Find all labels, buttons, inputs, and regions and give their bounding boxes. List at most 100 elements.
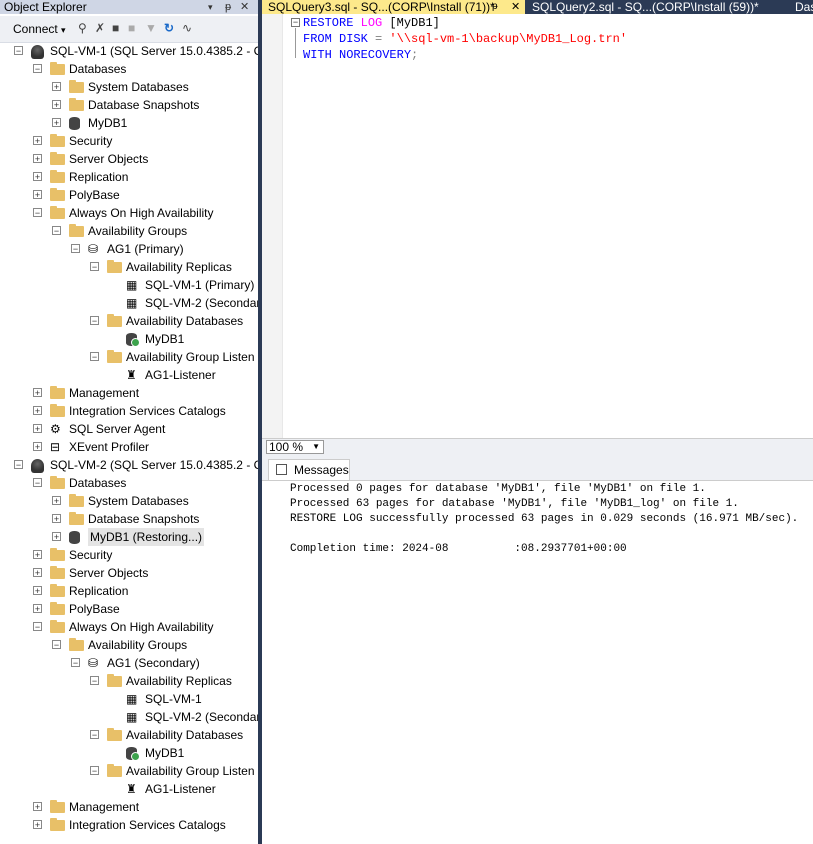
tree-node[interactable]: + Server Objects	[0, 564, 258, 582]
tree-node[interactable]: − SQL-VM-1 (SQL Server 15.0.4385.2 - CC	[0, 42, 258, 60]
pin-icon[interactable]: ᵽ	[225, 0, 231, 14]
tree-node[interactable]: + ⚙ SQL Server Agent	[0, 420, 258, 438]
tree-node[interactable]: ♜ AG1-Listener	[0, 780, 258, 798]
close-icon[interactable]: ✕	[511, 0, 520, 14]
tree-node[interactable]: + Replication	[0, 168, 258, 186]
tree-node[interactable]: − Always On High Availability	[0, 618, 258, 636]
dropdown-arrow-icon[interactable]: ▾	[208, 0, 213, 14]
close-icon[interactable]: ✕	[240, 0, 249, 14]
collapse-icon[interactable]: −	[33, 478, 42, 488]
stop-square-icon[interactable]: ■	[128, 21, 135, 35]
tab-dashboard[interactable]: Das	[792, 0, 813, 14]
expand-icon[interactable]: +	[33, 136, 42, 146]
expand-icon[interactable]: +	[33, 190, 42, 200]
expand-icon[interactable]: +	[33, 154, 42, 164]
stop-icon[interactable]: ■	[112, 21, 119, 35]
expand-icon[interactable]: +	[52, 118, 61, 128]
tree-node[interactable]: − ⛁ AG1 (Primary)	[0, 240, 258, 258]
expand-icon[interactable]: +	[33, 388, 42, 398]
tree-node[interactable]: + Security	[0, 546, 258, 564]
tree-node[interactable]: ▦ SQL-VM-1	[0, 690, 258, 708]
tree-node[interactable]: − SQL-VM-2 (SQL Server 15.0.4385.2 - CC	[0, 456, 258, 474]
expand-icon[interactable]: +	[33, 586, 42, 596]
tree-node[interactable]: − Availability Databases	[0, 312, 258, 330]
collapse-icon[interactable]: −	[52, 640, 61, 650]
tab-sqlquery3[interactable]: SQLQuery3.sql - SQ...(CORP\Install (71))…	[262, 0, 525, 14]
collapse-icon[interactable]: −	[71, 244, 80, 254]
tree-node[interactable]: − Availability Group Listen	[0, 762, 258, 780]
tree-node[interactable]: ▦ SQL-VM-2 (Secondar	[0, 708, 258, 726]
collapse-icon[interactable]: −	[90, 730, 99, 740]
tree-node[interactable]: + ⊟ XEvent Profiler	[0, 438, 258, 456]
tree-node[interactable]: + Replication	[0, 582, 258, 600]
zoom-select[interactable]: 100 % ▼	[266, 440, 324, 454]
tree-node[interactable]: − ⛁ AG1 (Secondary)	[0, 654, 258, 672]
expand-icon[interactable]: +	[52, 82, 61, 92]
expand-icon[interactable]: +	[33, 172, 42, 182]
collapse-icon[interactable]: −	[52, 226, 61, 236]
disconnect-icon[interactable]: ✗	[95, 21, 105, 35]
expand-icon[interactable]: +	[52, 532, 61, 542]
expand-icon[interactable]: +	[52, 496, 61, 506]
query-editor[interactable]	[262, 14, 813, 438]
tree-node[interactable]: ♜ AG1-Listener	[0, 366, 258, 384]
tree-node[interactable]: + Database Snapshots	[0, 96, 258, 114]
collapse-icon[interactable]: −	[33, 208, 42, 218]
pin-icon[interactable]: ᵽ	[492, 0, 498, 14]
tree-node[interactable]: + Management	[0, 798, 258, 816]
expand-icon[interactable]: +	[33, 604, 42, 614]
collapse-icon[interactable]: −	[90, 766, 99, 776]
refresh-icon[interactable]: ↻	[164, 21, 174, 35]
expand-icon[interactable]: +	[33, 802, 42, 812]
expand-icon[interactable]: +	[33, 406, 42, 416]
expand-icon[interactable]: +	[52, 514, 61, 524]
tree-node[interactable]: + MyDB1 (Restoring...)	[0, 528, 258, 546]
tree-node[interactable]: − Availability Groups	[0, 636, 258, 654]
tree-node[interactable]: − Databases	[0, 60, 258, 78]
tree-node[interactable]: − Availability Group Listen	[0, 348, 258, 366]
tree-node[interactable]: + Server Objects	[0, 150, 258, 168]
tree-node[interactable]: MyDB1	[0, 330, 258, 348]
tree-node[interactable]: − Always On High Availability	[0, 204, 258, 222]
filter-icon[interactable]: ▼	[145, 21, 157, 35]
tree-node[interactable]: ▦ SQL-VM-1 (Primary)	[0, 276, 258, 294]
expand-icon[interactable]: +	[33, 568, 42, 578]
collapse-icon[interactable]: −	[33, 622, 42, 632]
tree-node[interactable]: − Availability Databases	[0, 726, 258, 744]
tree-node[interactable]: + Integration Services Catalogs	[0, 402, 258, 420]
tab-sqlquery2[interactable]: SQLQuery2.sql - SQ...(CORP\Install (59))…	[527, 0, 777, 14]
tree-node[interactable]: − Availability Replicas	[0, 672, 258, 690]
collapse-icon[interactable]: −	[14, 460, 23, 470]
connect-plug-icon[interactable]: ⚲	[78, 21, 87, 35]
tab-messages[interactable]: Messages	[268, 459, 350, 480]
tree-node[interactable]: + System Databases	[0, 78, 258, 96]
connect-button[interactable]: Connect ▾	[13, 22, 66, 36]
collapse-icon[interactable]: −	[90, 676, 99, 686]
tree-node[interactable]: + System Databases	[0, 492, 258, 510]
tree-node[interactable]: + Integration Services Catalogs	[0, 816, 258, 834]
collapse-icon[interactable]: −	[14, 46, 23, 56]
tree-node[interactable]: + Security	[0, 132, 258, 150]
expand-icon[interactable]: +	[33, 442, 42, 452]
tree-node[interactable]: − Databases	[0, 474, 258, 492]
activity-monitor-icon[interactable]: ∿	[182, 21, 192, 35]
expand-icon[interactable]: +	[52, 100, 61, 110]
expand-icon[interactable]: +	[33, 424, 42, 434]
collapse-icon[interactable]: −	[90, 352, 99, 362]
tree-node[interactable]: MyDB1	[0, 744, 258, 762]
collapse-icon[interactable]: −	[90, 262, 99, 272]
tree-node[interactable]: + MyDB1	[0, 114, 258, 132]
tree-node[interactable]: + Management	[0, 384, 258, 402]
expand-icon[interactable]: +	[33, 550, 42, 560]
tree-node[interactable]: − Availability Groups	[0, 222, 258, 240]
collapse-icon[interactable]: −	[71, 658, 80, 668]
tree-node[interactable]: ▦ SQL-VM-2 (Secondar	[0, 294, 258, 312]
tree-node[interactable]: + PolyBase	[0, 186, 258, 204]
tree-node[interactable]: + PolyBase	[0, 600, 258, 618]
collapse-icon[interactable]: −	[90, 316, 99, 326]
tree-node[interactable]: − Availability Replicas	[0, 258, 258, 276]
expand-icon[interactable]: +	[33, 820, 42, 830]
collapse-icon[interactable]: −	[33, 64, 42, 74]
tree-node[interactable]: + Database Snapshots	[0, 510, 258, 528]
collapse-region-icon[interactable]: −	[291, 18, 300, 27]
